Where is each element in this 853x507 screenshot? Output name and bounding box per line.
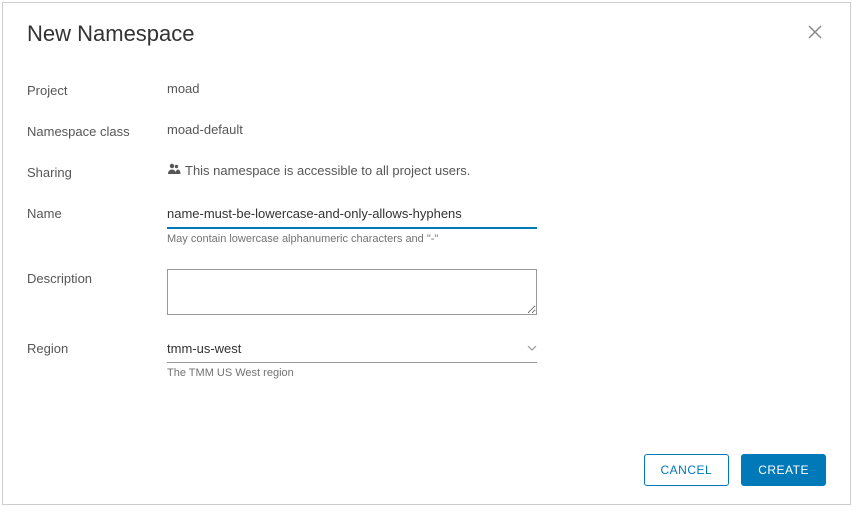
region-label: Region bbox=[27, 339, 167, 356]
region-helper-text: The TMM US West region bbox=[167, 367, 537, 379]
namespace-class-value: moad-default bbox=[167, 122, 826, 137]
name-label: Name bbox=[27, 204, 167, 221]
name-helper-text: May contain lowercase alphanumeric chara… bbox=[167, 233, 537, 245]
users-icon bbox=[167, 163, 181, 178]
region-select-wrapper: tmm-us-west The TMM US West region bbox=[167, 339, 537, 379]
namespace-class-label: Namespace class bbox=[27, 122, 167, 139]
sharing-row: Sharing This namespace is accessible to … bbox=[27, 163, 826, 180]
sharing-text: This namespace is accessible to all proj… bbox=[185, 163, 470, 178]
name-input[interactable] bbox=[167, 204, 537, 229]
project-value: moad bbox=[167, 81, 826, 96]
name-input-wrapper: May contain lowercase alphanumeric chara… bbox=[167, 204, 537, 245]
cancel-button[interactable]: CANCEL bbox=[644, 454, 730, 486]
description-label: Description bbox=[27, 269, 167, 286]
name-row: Name May contain lowercase alphanumeric … bbox=[27, 204, 826, 245]
region-row: Region tmm-us-west The TMM US West regio… bbox=[27, 339, 826, 379]
create-button[interactable]: CREATE bbox=[741, 454, 826, 486]
description-textarea[interactable] bbox=[167, 269, 537, 315]
region-select[interactable]: tmm-us-west bbox=[167, 339, 537, 363]
project-row: Project moad bbox=[27, 81, 826, 98]
modal-header: New Namespace bbox=[3, 3, 850, 57]
region-selected-value: tmm-us-west bbox=[167, 341, 241, 356]
description-row: Description bbox=[27, 269, 826, 315]
namespace-class-row: Namespace class moad-default bbox=[27, 122, 826, 139]
chevron-down-icon bbox=[527, 343, 537, 354]
modal-title: New Namespace bbox=[27, 21, 195, 47]
project-label: Project bbox=[27, 81, 167, 98]
close-icon[interactable] bbox=[804, 21, 826, 47]
modal-footer: CANCEL CREATE bbox=[3, 436, 850, 504]
sharing-value-wrapper: This namespace is accessible to all proj… bbox=[167, 163, 826, 178]
sharing-label: Sharing bbox=[27, 163, 167, 180]
new-namespace-modal: New Namespace Project moad Namespace cla… bbox=[2, 2, 851, 505]
modal-body: Project moad Namespace class moad-defaul… bbox=[3, 57, 850, 436]
